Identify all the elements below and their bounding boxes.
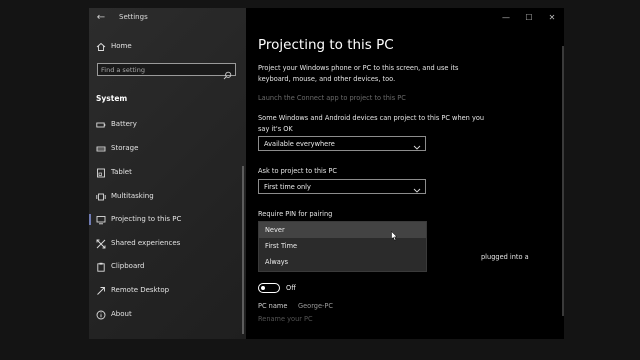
search-input[interactable] [101, 64, 219, 75]
back-arrow-icon[interactable]: ← [95, 11, 107, 25]
toggle-state-label: Off [286, 284, 296, 292]
launch-connect-link: Launch the Connect app to project to thi… [258, 94, 406, 102]
search-box[interactable] [97, 63, 236, 80]
availability-label: Some Windows and Android devices can pro… [258, 114, 485, 133]
sidebar-item-label: Tablet [111, 168, 132, 176]
sidebar-titlebar: ← Settings [89, 8, 246, 28]
sidebar-item-tablet[interactable]: Tablet [89, 165, 246, 181]
sidebar-item-label: Projecting to this PC [111, 215, 182, 223]
multitasking-icon [96, 192, 106, 202]
maximize-icon[interactable]: ☐ [523, 12, 535, 24]
pin-option-always[interactable]: Always [259, 254, 426, 270]
pin-option-never[interactable]: Never [259, 222, 426, 238]
page-description: Project your Windows phone or PC to this… [258, 64, 459, 83]
notify-text-fragment: plugged into a [481, 253, 529, 261]
sidebar-item-clipboard[interactable]: Clipboard [89, 259, 246, 275]
sidebar-item-label: Shared experiences [111, 239, 181, 247]
pc-name-label: PC name [258, 302, 288, 310]
battery-icon [96, 120, 106, 130]
tablet-icon [96, 168, 106, 178]
mouse-cursor-icon [391, 226, 398, 241]
rename-pc-link: Rename your PC [258, 315, 313, 323]
ask-to-project-dropdown[interactable]: First time only [258, 179, 426, 194]
sidebar-item-multitasking[interactable]: Multitasking [89, 189, 246, 205]
sidebar-item-label: About [111, 310, 132, 318]
sidebar-item-about[interactable]: About [89, 307, 246, 323]
sidebar-item-label: Home [111, 42, 132, 50]
sidebar-item-label: Storage [111, 144, 139, 152]
main-scrollbar[interactable] [562, 46, 564, 316]
info-icon [96, 310, 106, 320]
sidebar-item-label: Battery [111, 120, 137, 128]
settings-window: ← Settings Home System Battery [89, 8, 564, 339]
sidebar-item-shared-experiences[interactable]: Shared experiences [89, 236, 246, 252]
sidebar-item-remote-desktop[interactable]: Remote Desktop [89, 283, 246, 299]
require-pin-label: Require PIN for pairing [258, 210, 333, 218]
section-heading: System [96, 94, 128, 103]
pc-name-value: George-PC [298, 302, 333, 310]
storage-icon [96, 144, 106, 154]
home-icon [96, 42, 106, 52]
search-icon[interactable] [223, 65, 232, 80]
window-controls: — ☐ ✕ [494, 8, 564, 28]
main-content: — ☐ ✕ Projecting to this PC Project your… [246, 8, 564, 339]
ask-to-project-value: First time only [264, 183, 311, 191]
sidebar-item-storage[interactable]: Storage [89, 141, 246, 157]
shared-experiences-icon [96, 239, 106, 249]
sidebar-item-home[interactable]: Home [89, 39, 246, 55]
pin-option-first-time[interactable]: First Time [259, 238, 426, 254]
notify-toggle[interactable] [258, 283, 280, 293]
sidebar: ← Settings Home System Battery [89, 8, 246, 339]
clipboard-icon [96, 262, 106, 272]
pin-dropdown-menu: Never First Time Always [258, 221, 427, 272]
sidebar-item-battery[interactable]: Battery [89, 117, 246, 133]
toggle-knob [261, 285, 265, 290]
sidebar-item-label: Clipboard [111, 262, 145, 270]
chevron-down-icon [412, 138, 422, 150]
sidebar-item-label: Remote Desktop [111, 286, 170, 294]
availability-dropdown[interactable]: Available everywhere [258, 136, 426, 151]
availability-value: Available everywhere [264, 140, 335, 148]
page-title: Projecting to this PC [258, 37, 394, 53]
projecting-icon [96, 215, 106, 225]
sidebar-item-label: Multitasking [111, 192, 154, 200]
minimize-icon[interactable]: — [500, 12, 512, 24]
ask-to-project-label: Ask to project to this PC [258, 167, 337, 175]
sidebar-scrollbar[interactable] [242, 166, 244, 334]
close-icon[interactable]: ✕ [546, 12, 558, 24]
app-title: Settings [119, 13, 148, 21]
remote-desktop-icon [96, 286, 106, 296]
sidebar-item-projecting[interactable]: Projecting to this PC [89, 212, 246, 228]
chevron-down-icon [412, 181, 422, 193]
